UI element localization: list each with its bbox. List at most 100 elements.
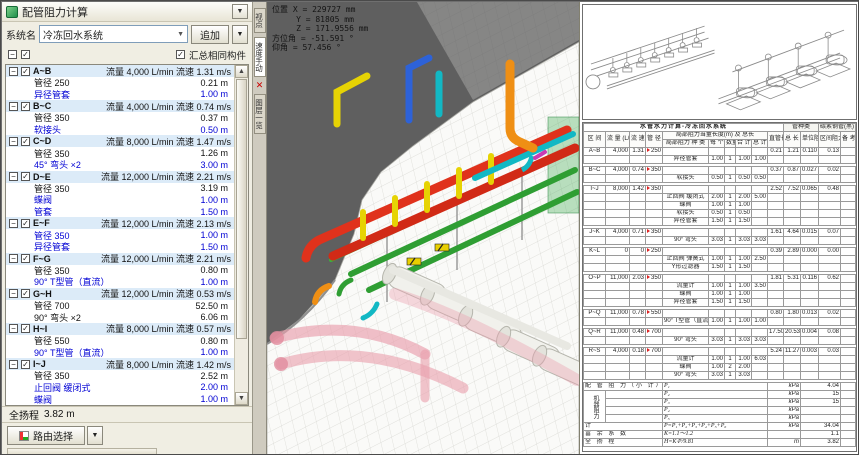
segment-name: B~C [33,101,51,111]
segment-item-row[interactable]: 管径 3502.52 m [6,370,234,382]
scrollbar-thumb[interactable] [236,79,247,339]
table-fitting-row: 蝶阀1.0022.00 [584,364,856,372]
segment-checkbox[interactable]: ✓ [21,360,30,369]
segment-group-row[interactable]: −✓B~C流量 4,000 L/min 流速 0.74 m/s [6,100,234,112]
machine-resistance-group-label: 机器阻力 [584,391,606,423]
segment-checkbox[interactable]: ✓ [21,289,30,298]
segment-group-row[interactable]: −✓H~I 流量 8,000 L/min 流速 0.57 m/s [6,323,234,335]
table-fitting-row: 90° 弯头3.0313.03 [584,372,856,380]
segment-flow-velocity: 流量 12,000 L/min 流速 2.21 m/s [101,252,231,265]
table-summary-row: 富 余 系 数K=1.1～1.21.1 [584,431,856,439]
segment-flow-velocity: 流量 12,000 L/min 流速 2.13 m/s [101,217,231,230]
system-name-value: 冷冻回水系统 [43,27,103,42]
expander-icon[interactable]: − [9,360,18,369]
segment-item-row[interactable]: 管径 70052.50 m [6,300,234,312]
item-label: 45° 弯头 ×2 [34,158,81,171]
segment-item-row[interactable]: 异径管套1.00 m [6,89,234,101]
side-tab[interactable]: 图层一览 [254,94,266,134]
segment-item-row[interactable]: 管径 3501.00 m [6,229,234,241]
segment-item-row[interactable]: 管套1.50 m [6,206,234,218]
segment-item-row[interactable]: 管径 2500.21 m [6,77,234,89]
side-tab[interactable]: 视点 [254,8,266,33]
expander-icon[interactable]: − [9,67,18,76]
segment-checkbox[interactable]: ✓ [21,137,30,146]
table-fitting-row: 90° T型管（直流）1.0011.001.00 [584,318,856,326]
check-all-checkbox[interactable]: ✓ [21,50,30,59]
table-fitting-row: 蝶阀1.0011.00 [584,202,856,210]
table-summary-row: P₄kPa [584,407,856,415]
scroll-up-icon[interactable]: ▲ [235,65,248,78]
expander-icon[interactable]: − [9,172,18,181]
segment-name: F~G [33,254,51,264]
expander-icon[interactable]: − [9,254,18,263]
segment-checkbox[interactable]: ✓ [21,254,30,263]
segment-item-row[interactable]: 蝶阀1.00 m [6,194,234,206]
add-dropdown-button[interactable]: ▼ [232,25,248,44]
item-length: 1.00 m [200,394,228,404]
summarize-checkbox[interactable]: ✓ [176,50,185,59]
3d-scene [267,2,579,455]
segment-group-row[interactable]: −✓C~D流量 8,000 L/min 流速 1.47 m/s [6,135,234,147]
route-select-label: 路由选择 [33,428,73,443]
side-tab[interactable]: 速度手动 [254,37,266,77]
table-fitting-row: 异径管套1.0011.001.00 [584,156,856,164]
segment-item-row[interactable]: 管径 3500.37 m [6,112,234,124]
panel-title-bar: 配管阻力计算 ▼ [2,2,252,22]
segment-flow-velocity: 流量 4,000 L/min 流速 1.31 m/s [106,65,231,78]
segment-item-row[interactable]: 管径 3503.19 m [6,183,234,195]
segment-group-row[interactable]: −✓A~B流量 4,000 L/min 流速 1.31 m/s [6,65,234,77]
expander-icon[interactable]: − [9,219,18,228]
expander-icon[interactable]: − [9,324,18,333]
table-fitting-row: 软接头0.5010.500.50 [584,175,856,183]
item-length: 0.80 m [200,336,228,346]
expander-icon[interactable]: − [9,137,18,146]
segment-checkbox[interactable]: ✓ [21,172,30,181]
segment-checkbox[interactable]: ✓ [21,219,30,228]
close-icon[interactable]: ✕ [256,81,264,90]
3d-viewport[interactable]: 位置 X = 229727 mm Y = 81805 mm Z = 171.95… [267,2,579,455]
segment-name: H~I [33,324,47,334]
total-head-label: 全扬程 [9,407,39,422]
segment-group-row[interactable]: −✓F~G 流量 12,000 L/min 流速 2.21 m/s [6,253,234,265]
table-segment-row: K~L002500.392.890.0000.00 [584,248,856,256]
segment-checkbox[interactable]: ✓ [21,67,30,76]
segment-item-row[interactable]: 90° 弯头 ×26.06 m [6,311,234,323]
table-summary-row: P₃kPa15 [584,399,856,407]
segment-group-row[interactable]: −✓I~J流量 8,000 L/min 流速 1.42 m/s [6,358,234,370]
expander-icon[interactable]: − [9,289,18,298]
segment-item-row[interactable]: 45° 弯头 ×23.00 m [6,159,234,171]
red-tick-icon [647,329,650,333]
segment-item-row[interactable]: 止回阀 缓闭式2.00 m [6,382,234,394]
segment-item-row[interactable]: 异径管套1.50 m [6,241,234,253]
segment-item-row[interactable]: 管径 5500.80 m [6,335,234,347]
segment-item-row[interactable]: 90° T型管（直流）1.00 m [6,347,234,359]
segment-item-row[interactable]: 90° T型管（直流）1.00 m [6,276,234,288]
segment-group-row[interactable]: −✓G~H流量 12,000 L/min 流速 0.53 m/s [6,288,234,300]
add-button[interactable]: 追加 [191,25,229,44]
segment-item-row[interactable]: 管径 3500.80 m [6,265,234,277]
route-select-button[interactable]: 路由选择 [7,426,85,445]
scroll-down-icon[interactable]: ▼ [235,392,248,405]
hydraulic-calc-table: 水管水力计算-冷冻回水系统管种类碳素钢管(黑)区 间流 量 (L/min)流 速… [582,122,857,452]
application-window: 配管阻力计算 ▼ 系统名 冷冻回水系统 ▼ 追加 ▼ − ✓ ✓ 汇总相同构件 … [0,0,859,455]
panel-menu-button[interactable]: ▼ [232,4,248,19]
item-length: 52.50 m [195,301,228,311]
segment-checkbox[interactable]: ✓ [21,102,30,111]
system-name-combobox[interactable]: 冷冻回水系统 ▼ [39,25,188,43]
collapse-all-button[interactable]: − [8,50,17,59]
red-tick-icon [647,229,650,233]
segment-item-row[interactable]: 蝶阀1.00 m [6,393,234,405]
segment-item-row[interactable]: 管径 3501.26 m [6,147,234,159]
segment-checkbox[interactable]: ✓ [21,324,30,333]
chevron-down-icon: ▼ [177,31,184,38]
route-dropdown-button[interactable]: ▼ [87,426,103,445]
segment-group-row[interactable]: −✓E~F流量 12,000 L/min 流速 2.13 m/s [6,217,234,229]
expander-icon[interactable]: − [9,102,18,111]
segment-item-row[interactable]: 软接头0.50 m [6,124,234,136]
segment-group-row[interactable]: −✓D~E流量 12,000 L/min 流速 2.21 m/s [6,171,234,183]
pipe-type-label: 管种类 [784,124,819,132]
table-segment-row: R~S4,0000.187005.2411.270.0030.03 [584,348,856,356]
segment-flow-velocity: 流量 8,000 L/min 流速 0.57 m/s [106,322,231,335]
scrollbar[interactable]: ▲ ▼ [234,65,248,405]
pipe-resistance-panel: 配管阻力计算 ▼ 系统名 冷冻回水系统 ▼ 追加 ▼ − ✓ ✓ 汇总相同构件 … [2,2,253,455]
